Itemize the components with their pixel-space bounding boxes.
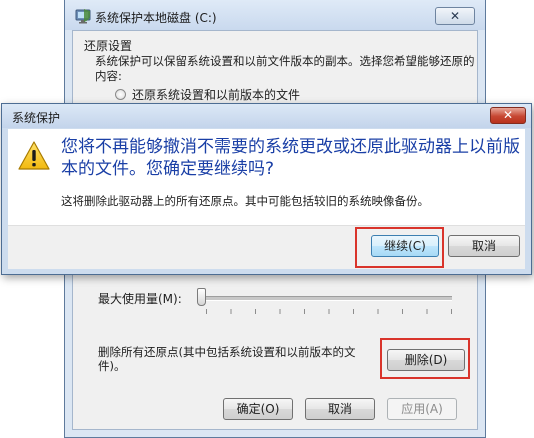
confirm-detail: 这将删除此驱动器上的所有还原点。其中可能包括较旧的系统映像备份。: [61, 194, 429, 208]
confirm-dialog-titlebar: 系统保护 ✕: [2, 104, 531, 128]
apply-button[interactable]: 应用(A): [387, 398, 457, 420]
confirm-cancel-button[interactable]: 取消: [448, 235, 520, 257]
max-usage-label: 最大使用量(M):: [98, 292, 182, 306]
highlight-box-continue: [355, 227, 444, 268]
restore-settings-heading: 还原设置: [84, 39, 133, 53]
confirm-dialog-footer: 继续(C) 取消: [8, 225, 525, 269]
window-titlebar: 系统保护本地磁盘 (C:) ✕: [65, 0, 485, 30]
confirm-dialog: 系统保护 ✕ 您将不再能够撤消不需要的系统更改或还原此驱动器上以前版本的文件。您…: [1, 103, 532, 275]
restore-settings-description: 系统保护可以保留系统设置和以前文件版本的副本。选择您希望能够还原的内容:: [95, 54, 475, 83]
confirm-dialog-title: 系统保护: [12, 111, 61, 125]
confirm-dialog-close-button[interactable]: ✕: [490, 107, 526, 124]
confirm-headline: 您将不再能够撤消不需要的系统更改或还原此驱动器上以前版本的文件。您确定要继续吗?: [61, 137, 520, 179]
cancel-button[interactable]: 取消: [305, 398, 375, 420]
highlight-box-delete: [380, 338, 470, 379]
max-usage-slider-track[interactable]: [206, 296, 452, 301]
window-close-button[interactable]: ✕: [435, 7, 475, 25]
max-usage-slider-thumb[interactable]: [197, 288, 206, 306]
confirm-dialog-body: 您将不再能够撤消不需要的系统更改或还原此驱动器上以前版本的文件。您确定要继续吗?…: [8, 129, 525, 225]
radio-restore-label: 还原系统设置和以前版本的文件: [132, 88, 301, 102]
delete-restore-points-description: 删除所有还原点(其中包括系统设置和以前版本的文件)。: [98, 345, 356, 373]
radio-circle-icon[interactable]: [115, 89, 126, 100]
warning-icon: [18, 141, 50, 170]
window-title: 系统保护本地磁盘 (C:): [95, 11, 217, 25]
max-usage-slider-ticks: [206, 309, 452, 314]
ok-button[interactable]: 确定(O): [223, 398, 293, 420]
system-protection-icon: [75, 9, 91, 24]
radio-restore-system-settings[interactable]: 还原系统设置和以前版本的文件: [115, 86, 300, 103]
